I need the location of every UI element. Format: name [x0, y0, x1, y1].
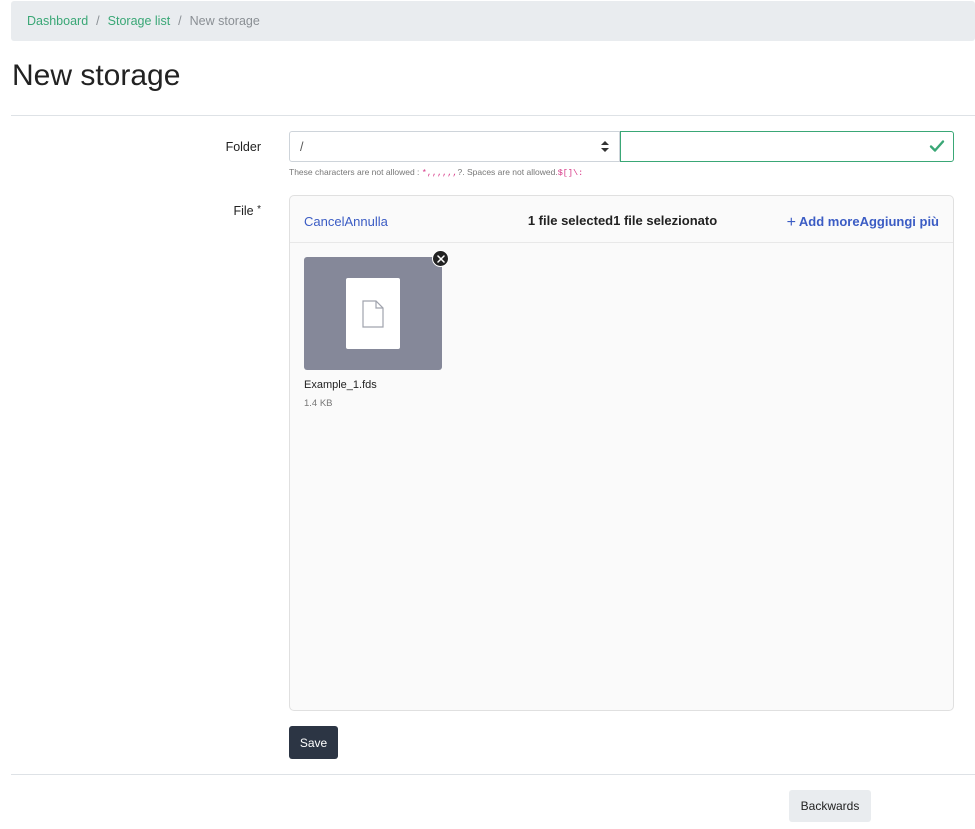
file-label-wrapper: File * [200, 204, 261, 218]
folder-path-input[interactable] [627, 132, 921, 161]
divider [11, 774, 975, 775]
breadcrumb: Dashboard / Storage list / New storage [11, 1, 975, 41]
required-mark: * [257, 204, 261, 215]
uploader-cancel-button[interactable]: CancelAnnulla [304, 214, 388, 229]
breadcrumb-separator: / [96, 14, 100, 28]
folder-hint-chars-1: *,,,,,, [421, 168, 458, 178]
file-size: 1.4 KB [304, 398, 333, 409]
breadcrumb-dashboard[interactable]: Dashboard [27, 14, 88, 28]
folder-select[interactable]: / [289, 131, 620, 162]
backwards-button[interactable]: Backwards [789, 790, 871, 822]
sort-arrows-icon [601, 141, 609, 152]
file-item [304, 257, 442, 370]
divider [11, 115, 975, 116]
page-title: New storage [12, 59, 181, 92]
folder-hint: These characters are not allowed : *,,,,… [289, 167, 583, 178]
folder-hint-chars-2: $[]\: [557, 168, 584, 178]
plus-icon: + [786, 214, 796, 231]
breadcrumb-storage-list[interactable]: Storage list [108, 14, 171, 28]
save-button[interactable]: Save [289, 726, 338, 759]
file-name: Example_1.fds [304, 379, 377, 391]
file-remove-button[interactable] [432, 250, 449, 267]
folder-hint-text: These characters are not allowed : [289, 167, 420, 177]
breadcrumb-current: New storage [189, 14, 260, 28]
folder-label: Folder [225, 140, 261, 154]
file-icon [362, 299, 384, 328]
file-label: File [233, 204, 254, 218]
folder-hint-mid: ?. Spaces are not allowed. [457, 167, 558, 177]
file-thumbnail [304, 257, 442, 370]
uploader-add-more-label: Add moreAggiungi più [798, 214, 939, 229]
folder-select-value: / [300, 139, 304, 154]
close-icon [436, 254, 445, 263]
breadcrumb-separator: / [178, 14, 182, 28]
folder-path-input-wrapper [620, 131, 954, 162]
uploader-header: CancelAnnulla 1 file selected1 file sele… [290, 196, 953, 243]
file-preview [346, 278, 400, 349]
check-icon [929, 138, 945, 159]
uploader-selected-count: 1 file selected1 file selezionato [527, 213, 718, 228]
file-uploader[interactable]: CancelAnnulla 1 file selected1 file sele… [289, 195, 954, 711]
uploader-add-more-button[interactable]: + Add moreAggiungi più [787, 213, 939, 231]
